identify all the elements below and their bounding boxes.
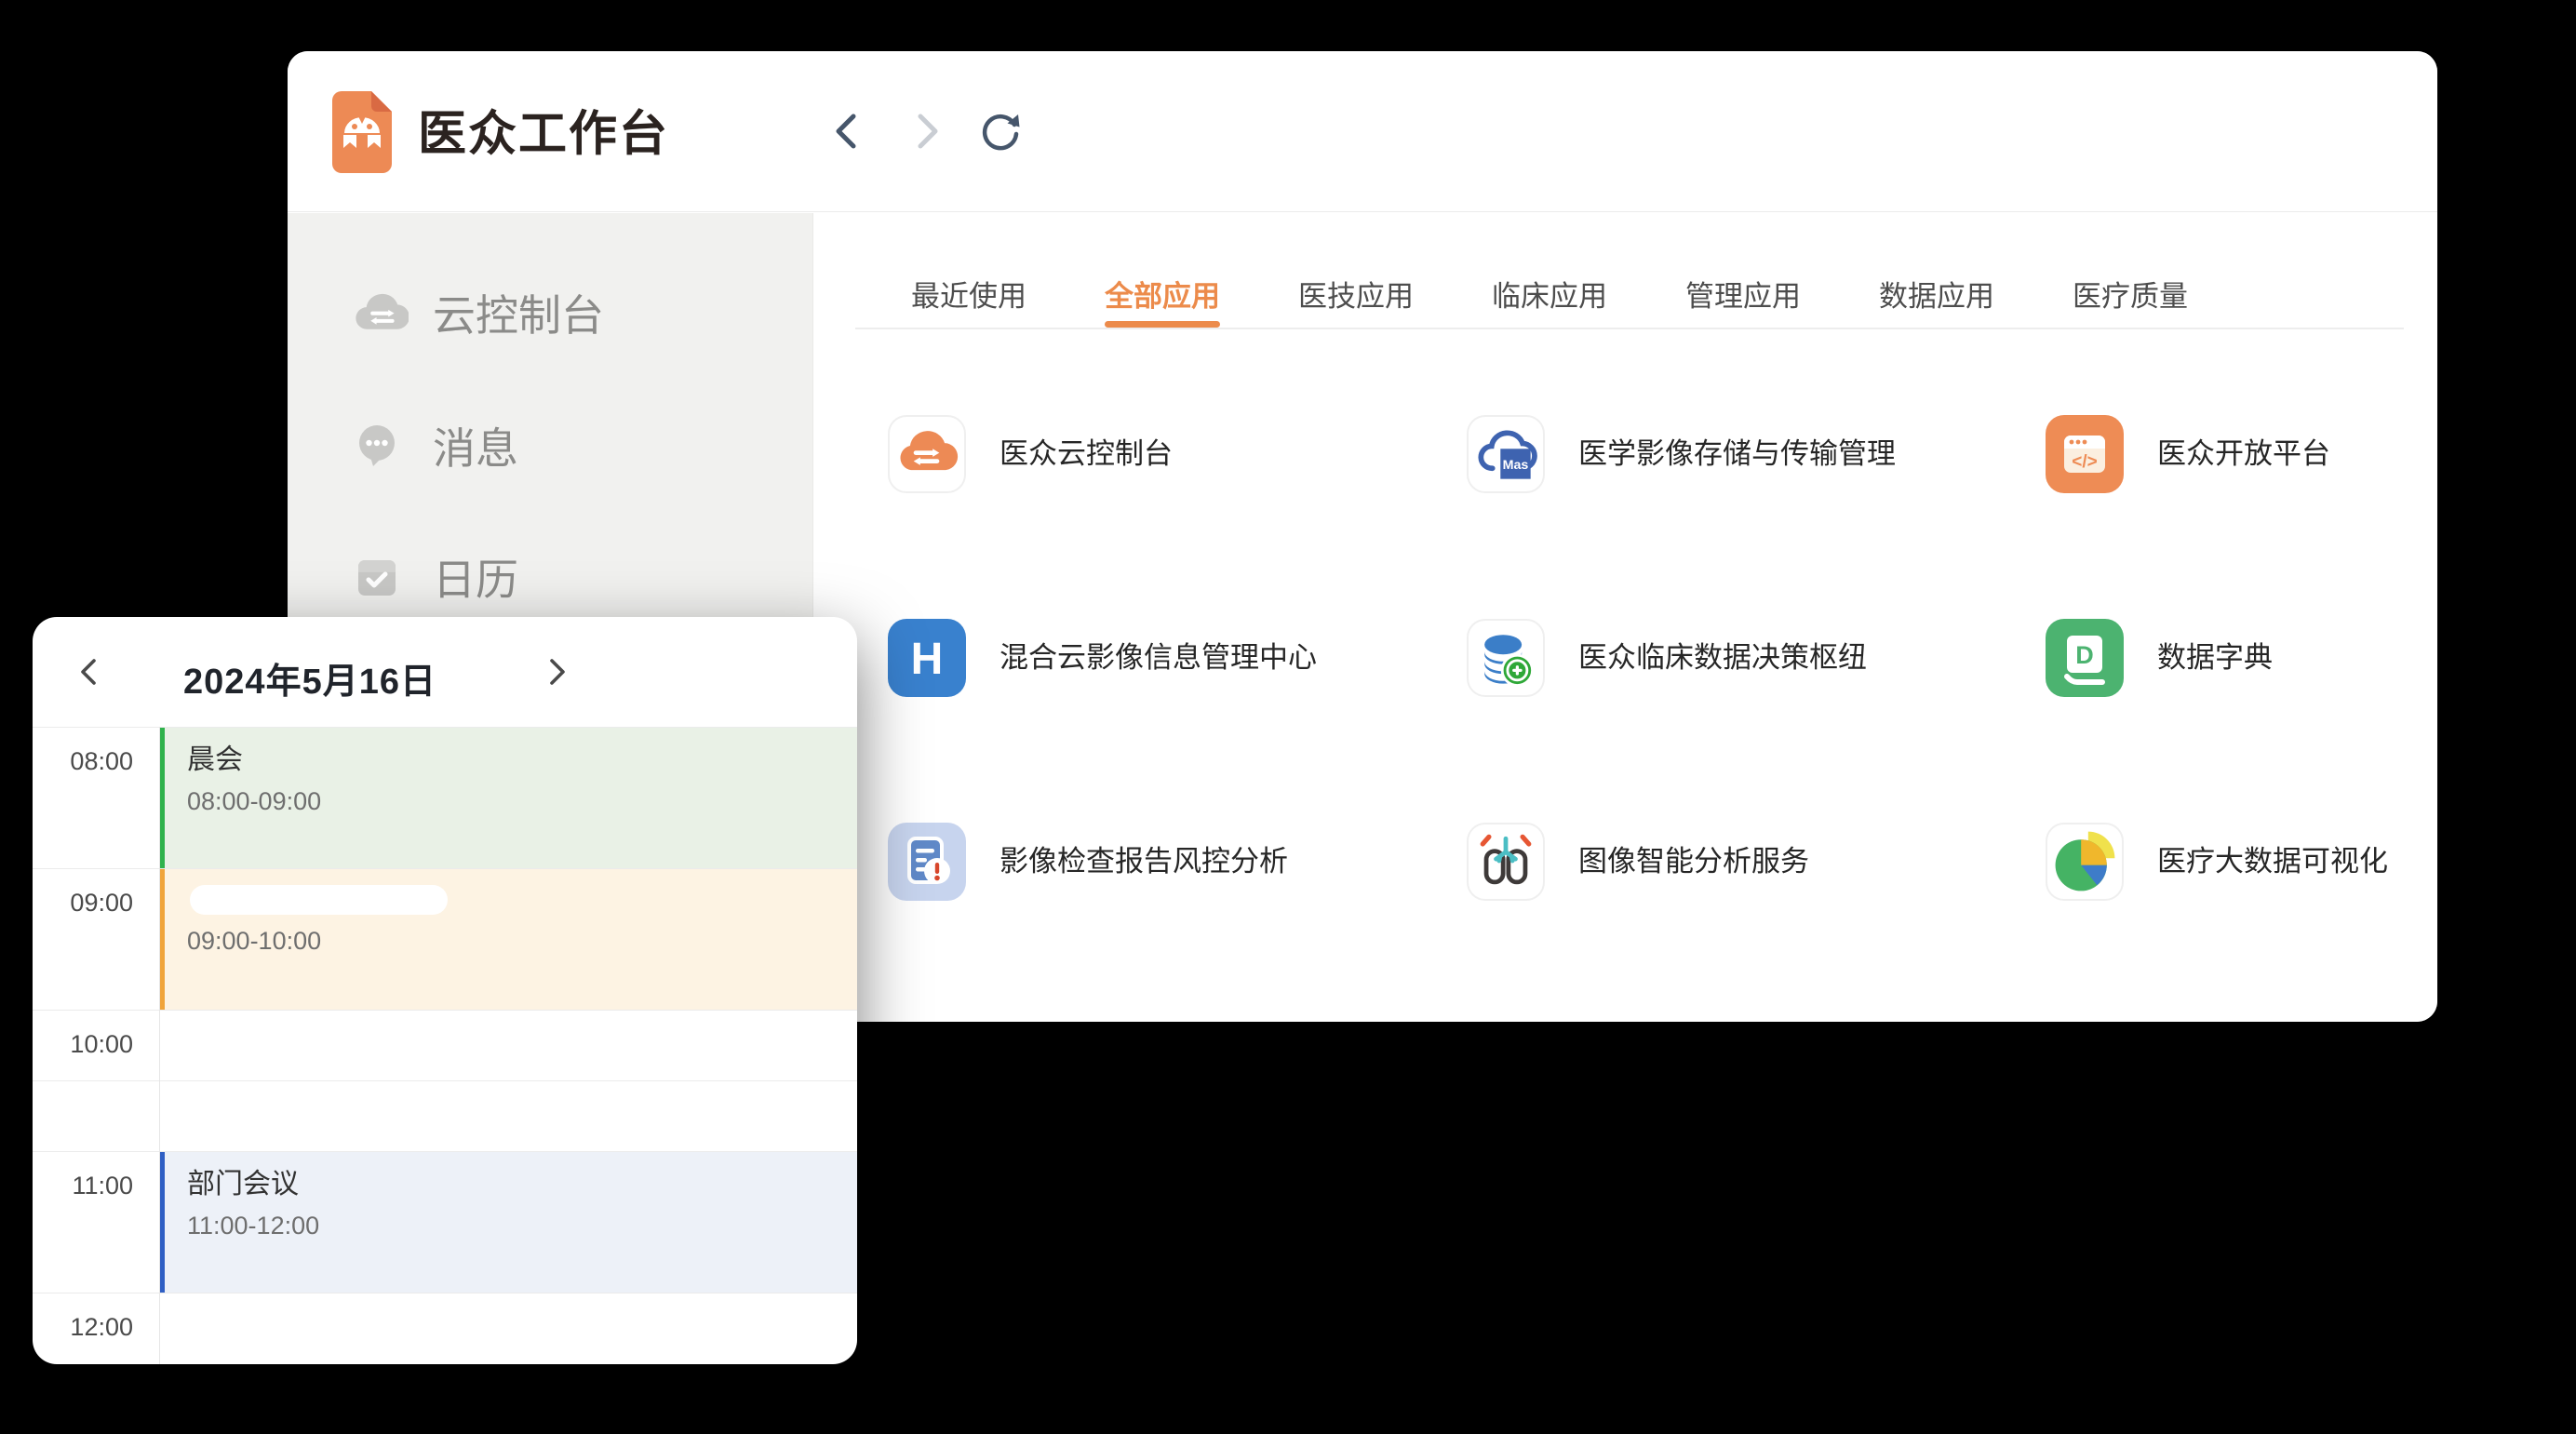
sidebar-item-cloud-console[interactable]: 云控制台 xyxy=(288,268,812,357)
sidebar-item-label: 云控制台 xyxy=(433,282,604,343)
report-risk-icon xyxy=(888,823,966,901)
half-hour-line xyxy=(33,1080,857,1081)
app-label: 医众云控制台 xyxy=(1000,415,1173,493)
mas-cloud-icon: Mas xyxy=(1467,415,1545,493)
calendar-date: 2024年5月16日 xyxy=(154,652,466,704)
app-open-platform[interactable]: </> 医众开放平台 xyxy=(2046,415,2437,619)
lungs-ai-icon xyxy=(1467,823,1545,901)
time-label: 08:00 xyxy=(33,747,133,776)
tab-bar: 最近使用 全部应用 医技应用 临床应用 管理应用 数据应用 医疗质量 xyxy=(911,260,2188,328)
app-report-risk-analysis[interactable]: 影像检查报告风控分析 xyxy=(888,823,1467,1022)
window-title: 医众工作台 xyxy=(418,95,669,165)
tab-recent[interactable]: 最近使用 xyxy=(911,260,1026,328)
time-label: 10:00 xyxy=(33,1030,133,1059)
cloud-console-icon xyxy=(888,415,966,493)
time-label: 11:00 xyxy=(33,1172,133,1200)
sidebar-item-messages[interactable]: 消息 xyxy=(288,401,812,490)
app-big-data-visualization[interactable]: 医疗大数据可视化 xyxy=(2046,823,2437,1022)
calendar-prev-day-button[interactable] xyxy=(72,654,107,690)
tab-data-apps[interactable]: 数据应用 xyxy=(1879,260,1994,328)
hybrid-cloud-icon: H xyxy=(888,619,966,697)
event-title: 部门会议 xyxy=(187,1167,857,1202)
time-label: 09:00 xyxy=(33,889,133,918)
calendar-event-morning-meeting[interactable]: 晨会 08:00-09:00 xyxy=(160,728,857,868)
event-time: 08:00-09:00 xyxy=(187,787,857,816)
redacted-title-pill xyxy=(190,885,448,915)
calendar-panel: 2024年5月16日 08:00 09:00 10:00 11:00 12:00… xyxy=(33,617,857,1364)
open-platform-icon: </> xyxy=(2046,415,2124,493)
tab-medtech-apps[interactable]: 医技应用 xyxy=(1298,260,1414,328)
hour-line xyxy=(33,1010,857,1011)
calendar-next-day-button[interactable] xyxy=(539,654,574,690)
calendar-icon xyxy=(355,555,399,599)
tab-admin-apps[interactable]: 管理应用 xyxy=(1685,260,1801,328)
nav-refresh-button[interactable] xyxy=(978,109,1023,154)
app-label: 图像智能分析服务 xyxy=(1578,823,1809,901)
app-label: 医学影像存储与传输管理 xyxy=(1578,415,1896,493)
svg-text:Mas: Mas xyxy=(1503,458,1529,473)
calendar-event-department-meeting[interactable]: 部门会议 11:00-12:00 xyxy=(160,1152,857,1293)
svg-text:H: H xyxy=(911,635,944,684)
sidebar-item-calendar[interactable]: 日历 xyxy=(288,532,812,622)
app-label: 医疗大数据可视化 xyxy=(2157,823,2388,901)
message-icon xyxy=(355,423,399,468)
app-clinical-data-hub[interactable]: 医众临床数据决策枢纽 xyxy=(1467,619,2046,823)
tab-all-apps[interactable]: 全部应用 xyxy=(1105,260,1220,328)
svg-text:D: D xyxy=(2075,641,2094,669)
event-title: 晨会 xyxy=(187,743,857,778)
app-label: 医众临床数据决策枢纽 xyxy=(1578,619,1867,697)
content-area: 最近使用 全部应用 医技应用 临床应用 管理应用 数据应用 医疗质量 xyxy=(814,213,2437,1022)
app-label: 混合云影像信息管理中心 xyxy=(1000,619,1317,697)
app-logo-icon xyxy=(332,91,392,173)
sidebar-item-label: 日历 xyxy=(433,546,518,608)
apps-grid: 医众云控制台 Mas 医学影像存储与传输管理 xyxy=(888,415,2437,1022)
time-label: 12:00 xyxy=(33,1313,133,1342)
nav-back-button[interactable] xyxy=(825,109,870,154)
calendar-event-redacted[interactable]: 09:00-10:00 xyxy=(160,869,857,1010)
event-time: 09:00-10:00 xyxy=(187,927,321,956)
nav-forward-button[interactable] xyxy=(904,109,948,154)
app-label: 医众开放平台 xyxy=(2157,415,2330,493)
app-cloud-console[interactable]: 医众云控制台 xyxy=(888,415,1467,619)
window-header: 医众工作台 xyxy=(288,51,2437,212)
event-time: 11:00-12:00 xyxy=(187,1212,857,1240)
app-data-dictionary[interactable]: D 数据字典 xyxy=(2046,619,2437,823)
clinical-data-hub-icon xyxy=(1467,619,1545,697)
app-image-ai-service[interactable]: 图像智能分析服务 xyxy=(1467,823,2046,1022)
svg-text:</>: </> xyxy=(2072,452,2097,472)
cloud-console-icon xyxy=(355,290,409,335)
app-label: 影像检查报告风控分析 xyxy=(1000,823,1288,901)
app-hybrid-cloud-center[interactable]: H 混合云影像信息管理中心 xyxy=(888,619,1467,823)
tab-divider xyxy=(855,328,2404,329)
tab-clinical-apps[interactable]: 临床应用 xyxy=(1492,260,1607,328)
data-dictionary-icon: D xyxy=(2046,619,2124,697)
sidebar-item-label: 消息 xyxy=(433,415,518,476)
app-medical-image-storage[interactable]: Mas 医学影像存储与传输管理 xyxy=(1467,415,2046,619)
app-label: 数据字典 xyxy=(2157,619,2273,697)
pie-chart-icon xyxy=(2046,823,2124,901)
tab-quality[interactable]: 医疗质量 xyxy=(2073,260,2188,328)
